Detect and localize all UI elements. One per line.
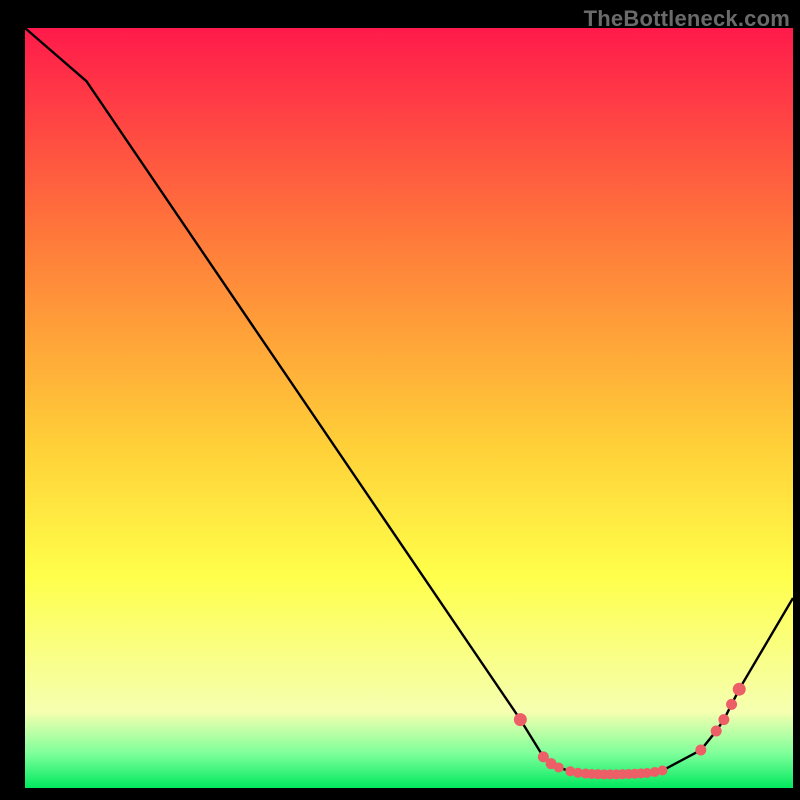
curve-marker	[719, 715, 729, 725]
plot-background	[25, 28, 793, 788]
bottleneck-chart	[0, 0, 800, 800]
curve-marker	[658, 766, 667, 775]
curve-marker	[554, 763, 563, 772]
curve-marker	[514, 714, 526, 726]
curve-marker	[696, 745, 706, 755]
chart-stage: TheBottleneck.com	[0, 0, 800, 800]
curve-marker	[727, 699, 737, 709]
curve-marker	[733, 683, 745, 695]
curve-marker	[711, 726, 721, 736]
